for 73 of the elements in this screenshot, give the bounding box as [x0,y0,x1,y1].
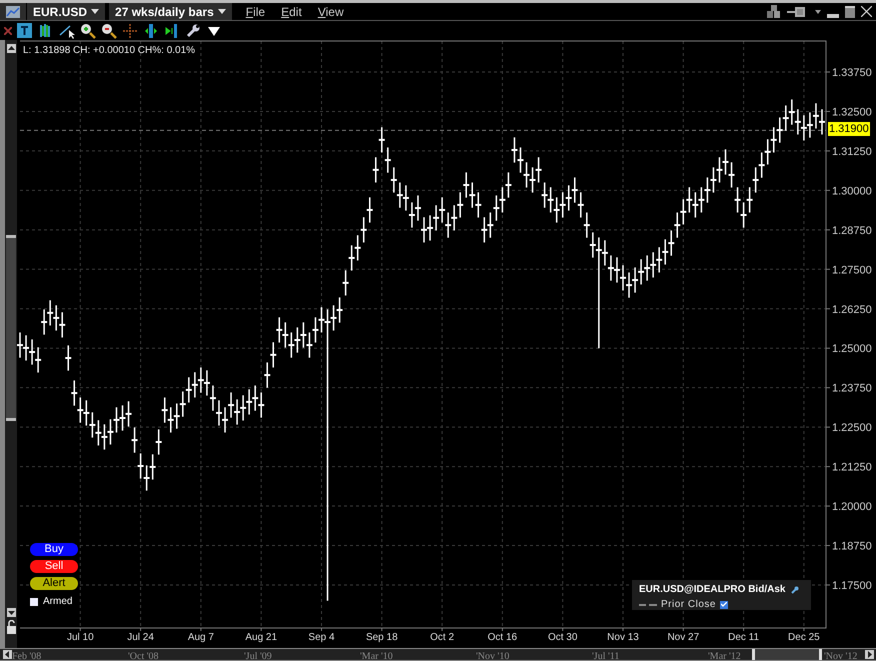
chart-app-icon [6,6,20,18]
x-axis-label: Oct 2 [430,632,454,643]
price-info-line: L: 1.31898 CH: +0.00010 CH%: 0.01% [23,44,196,58]
x-axis-label: Sep 18 [366,632,398,643]
last-price-tag: 1.31900 [828,122,870,136]
timeline-label: 'Oct '08 [128,650,159,660]
x-axis-label: Sep 4 [308,632,335,643]
line-cursor-icon[interactable] [59,22,75,38]
y-axis-label: 1.21250 [832,462,872,474]
scroll-right-icon[interactable] [865,650,874,659]
y-axis-label: 1.32500 [832,106,872,118]
x-axis-label: Aug 21 [245,632,278,643]
menu-item[interactable]: View [310,3,352,20]
crosshair-icon[interactable] [122,22,138,38]
wrench-icon[interactable] [791,586,800,594]
caret-icon[interactable] [815,10,821,14]
zoom-out-icon[interactable] [101,22,117,38]
y-axis-label: 1.23750 [832,382,872,395]
order-button[interactable]: Buy [30,543,78,556]
x-axis-label: Dec 11 [728,632,760,643]
order-button[interactable]: Sell [30,560,78,573]
x-axis-label: Dec 25 [788,632,820,643]
timeline-label: Feb '08 [12,650,42,660]
text-tool-icon[interactable] [17,22,33,38]
legend-item-label: Prior Close [661,598,716,612]
dashed-line-icon [639,604,657,606]
y-axis-label: 1.30000 [832,185,872,198]
order-button[interactable]: Alert [30,577,78,590]
timeline-label: 'Nov '12 [824,650,858,660]
period-tab[interactable]: 27 wks/daily bars [109,3,232,20]
caret-icon [218,9,226,14]
x-axis-label: Aug 7 [188,632,214,643]
timeline-label: 'Mar '12 [708,650,741,660]
maximize-icon[interactable] [845,6,855,18]
legend-item-checkbox[interactable] [720,600,728,608]
y-axis-label: 1.17500 [832,580,872,592]
shrink-arrows-icon[interactable] [164,22,180,38]
caret-icon [91,9,100,14]
y-axis-label: 1.33750 [832,67,872,79]
scroll-left-icon[interactable] [3,650,12,659]
armed-label: Armed [43,595,72,609]
armed-checkbox[interactable] [30,598,38,606]
y-axis-label: 1.28750 [832,224,872,237]
menu-item[interactable]: File [238,3,274,20]
navigator-range-thumb[interactable] [752,649,822,660]
x-axis-label: Nov 13 [607,632,639,643]
y-axis-label: 1.25000 [832,343,872,356]
zoom-in-icon[interactable] [80,22,96,38]
legend-title: EUR.USD@IDEALPRO Bid/Ask [639,583,786,597]
timeline-label: 'Nov '10 [476,650,510,660]
menu-item[interactable]: Edit [273,3,310,20]
y-axis-label: 1.31250 [832,146,872,158]
scroll-up-icon[interactable] [6,44,16,53]
expand-arrows-icon[interactable] [143,22,159,38]
timeline-label: 'Jul '11 [592,650,620,660]
wrench-icon[interactable] [185,22,201,38]
lock-icon[interactable] [6,620,16,634]
x-axis-label: Jul 10 [66,632,94,643]
cubes-icon[interactable] [767,4,781,18]
scroll-down-icon[interactable] [6,608,16,617]
x-axis-label: Oct 16 [488,632,518,643]
y-axis-label: 1.18750 [832,540,872,553]
x-axis-label: Jul 24 [127,632,154,643]
x-axis-label: Nov 27 [667,632,700,643]
x-axis-label: Oct 30 [548,632,578,643]
y-axis-label: 1.20000 [832,501,872,514]
y-axis-label: 1.27500 [832,264,872,276]
y-axis-label: 1.26250 [832,304,872,316]
y-axis-label: 1.22500 [832,422,872,434]
symbol-tab[interactable]: EUR.USD [26,3,106,20]
scrollbar-thumb[interactable] [6,235,16,421]
timeline-label: 'Mar '10 [360,650,393,660]
timeline-label: 'Jul '09 [244,650,272,660]
